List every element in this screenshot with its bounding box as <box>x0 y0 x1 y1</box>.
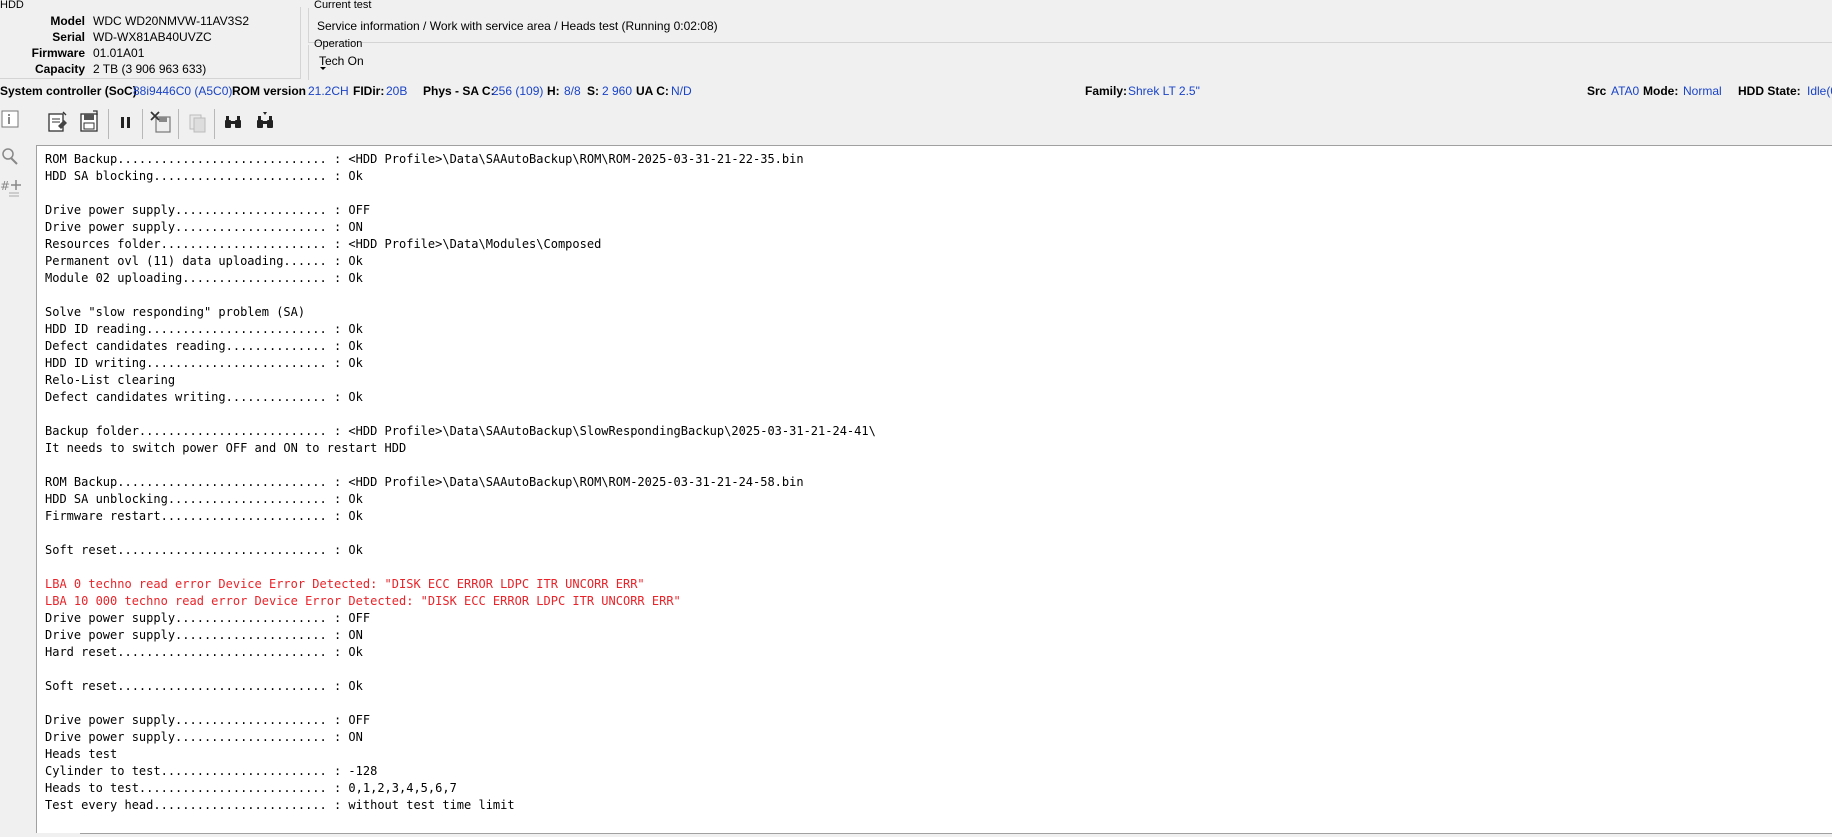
src-value: ATA0 <box>1611 84 1640 98</box>
log-line: ROM Backup............................. … <box>45 152 804 166</box>
src-label: Src <box>1587 84 1607 98</box>
search-icon[interactable] <box>0 146 22 168</box>
log-line: Firmware restart....................... … <box>45 509 363 523</box>
left-tool-strip: # <box>0 104 24 224</box>
toolbar-separator <box>214 109 215 139</box>
current-test-value: Service information / Work with service … <box>317 19 718 33</box>
log-line: Drive power supply..................... … <box>45 611 371 625</box>
hdd-state-value: Idle(0 <box>1807 84 1832 98</box>
drive-status-bar: System controller (SoC) 88i9446C0 (A5C0)… <box>0 81 1832 101</box>
model-value: WDC WD20NMVW-11AV3S2 <box>93 14 250 28</box>
log-line: Hard reset............................. … <box>45 645 363 659</box>
log-line: Cylinder to test....................... … <box>45 764 378 778</box>
log-line: HDD SA blocking........................ … <box>45 169 363 183</box>
log-line: Heads test <box>45 747 118 761</box>
info-panel-icon[interactable] <box>0 108 22 130</box>
firmware-row: Firmware 01.01A01 <box>0 46 300 62</box>
delete-save-icon[interactable] <box>146 106 176 138</box>
soc-value: 88i9446C0 (A5C0) <box>133 84 233 98</box>
ua-c-label: UA C: <box>636 84 669 98</box>
log-line: Drive power supply..................... … <box>45 628 363 642</box>
hdd-state-label: HDD State: <box>1738 84 1801 98</box>
log-line: Drive power supply..................... … <box>45 730 363 744</box>
log-line: Heads to test.......................... … <box>45 781 457 795</box>
log-line: HDD SA unblocking...................... … <box>45 492 363 506</box>
log-line: HDD ID writing......................... … <box>45 356 363 370</box>
capacity-label: Capacity <box>34 62 85 76</box>
log-line: Drive power supply..................... … <box>45 220 363 234</box>
phys-sa-value: 256 (109) <box>492 84 544 98</box>
serial-value: WD-WX81AB40UVZC <box>93 30 212 44</box>
log-line: Permanent ovl (11) data uploading...... … <box>45 254 363 268</box>
serial-label: Serial <box>52 30 85 44</box>
log-line: Soft reset............................. … <box>45 679 363 693</box>
log-line-error: LBA 0 techno read error Device Error Det… <box>45 577 645 591</box>
model-label: Model <box>50 14 85 28</box>
status-divider <box>80 833 1832 834</box>
firmware-label: Firmware <box>31 46 85 60</box>
operation-legend: Operation <box>314 38 363 50</box>
hdd-info-legend: HDD <box>0 0 24 11</box>
svg-text:#: # <box>0 179 10 193</box>
log-output-panel[interactable]: ROM Backup............................. … <box>36 145 1832 833</box>
s-label: S: <box>587 84 599 98</box>
operation-frame <box>308 45 1832 80</box>
copy-icon[interactable] <box>182 106 212 138</box>
family-value: Shrek LT 2.5" <box>1128 84 1200 98</box>
log-line: Drive power supply..................... … <box>45 713 371 727</box>
s-value: 2 960 <box>602 84 633 98</box>
pause-icon[interactable] <box>110 106 140 138</box>
soc-label: System controller (SoC) <box>0 84 137 98</box>
log-line: Resources folder....................... … <box>45 237 602 251</box>
log-line: Drive power supply..................... … <box>45 203 371 217</box>
log-line: Module 02 uploading.................... … <box>45 271 363 285</box>
heads-label: H: <box>547 84 560 98</box>
capacity-value: 2 TB (3 906 963 633) <box>93 62 207 76</box>
add-hex-icon[interactable]: # <box>0 178 22 200</box>
mode-label: Mode: <box>1643 84 1679 98</box>
open-template-icon[interactable] <box>42 106 72 138</box>
chevron-down-icon[interactable] <box>320 67 326 70</box>
log-line: HDD ID reading......................... … <box>45 322 363 336</box>
log-line: Soft reset............................. … <box>45 543 363 557</box>
log-line: Solve "slow responding" problem (SA) <box>45 305 306 319</box>
model-row: Model WDC WD20NMVW-11AV3S2 <box>0 14 300 30</box>
ua-c-value: N/D <box>671 84 692 98</box>
current-test-legend: Current test <box>314 0 372 11</box>
log-line: ROM Backup............................. … <box>45 475 804 489</box>
phys-sa-label: Phys - SA C: <box>423 84 495 98</box>
toolbar-separator <box>178 109 179 139</box>
log-line: Backup folder.......................... … <box>45 424 876 438</box>
mode-value: Normal <box>1683 84 1722 98</box>
current-test-group: Current test Service information / Work … <box>308 0 1832 43</box>
log-toolbar <box>36 106 336 142</box>
hdd-info-group: HDD Model WDC WD20NMVW-11AV3S2 Serial WD… <box>0 0 301 80</box>
firmware-value: 01.01A01 <box>93 46 145 60</box>
log-line: Relo-List clearing <box>45 373 176 387</box>
operation-group: Operation Tech On <box>308 38 1832 80</box>
save-icon[interactable] <box>74 106 104 138</box>
log-line: Defect candidates reading.............. … <box>45 339 363 353</box>
fidir-value: 20B <box>386 84 408 98</box>
family-label: Family: <box>1085 84 1128 98</box>
find-next-icon[interactable] <box>250 106 280 138</box>
log-line: It needs to switch power OFF and ON to r… <box>45 441 407 455</box>
toolbar-separator <box>142 109 143 139</box>
rom-version-label: ROM version <box>232 84 307 98</box>
rom-version-value: 21.2CH <box>308 84 349 98</box>
capacity-row: Capacity 2 TB (3 906 963 633) <box>0 62 300 78</box>
log-line: Test every head........................ … <box>45 798 515 812</box>
serial-row: Serial WD-WX81AB40UVZC <box>0 30 300 46</box>
find-icon[interactable] <box>218 106 248 138</box>
log-line-error: LBA 10 000 techno read error Device Erro… <box>45 594 681 608</box>
toolbar-separator <box>108 109 109 139</box>
heads-value: 8/8 <box>564 84 581 98</box>
log-line: Defect candidates writing.............. … <box>45 390 363 404</box>
fidir-label: FIDir: <box>353 84 385 98</box>
operation-dropdown[interactable]: Tech On <box>319 54 364 68</box>
